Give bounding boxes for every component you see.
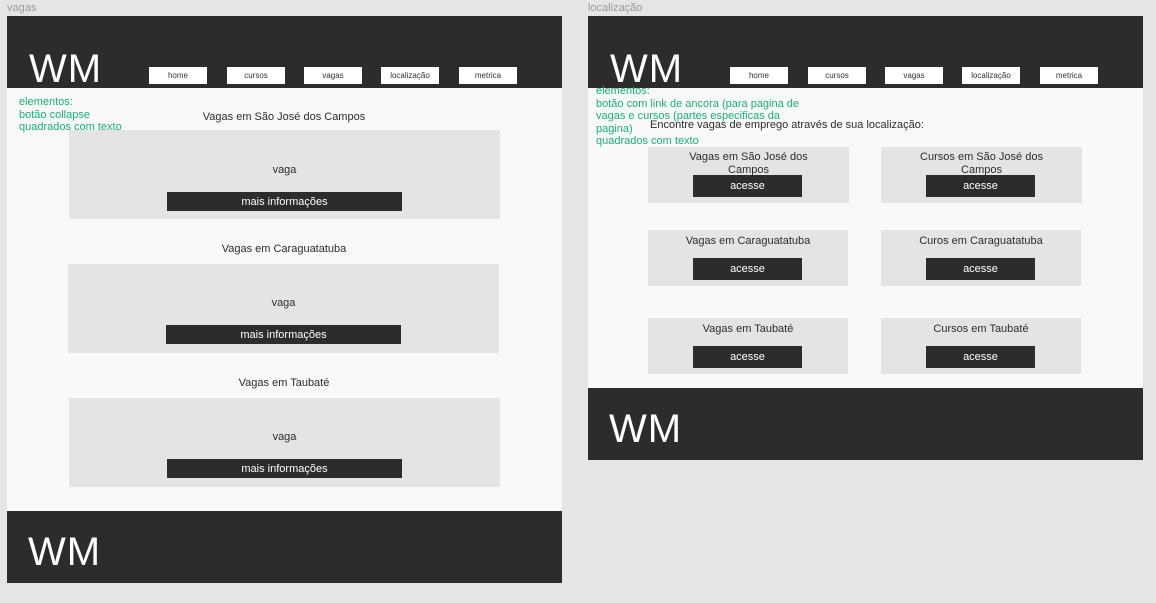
frame-label-vagas: vagas bbox=[7, 2, 37, 14]
localizacao-frame: WM home cursos vagas localização metrica… bbox=[588, 16, 1143, 460]
vagas-frame: WM home cursos vagas localização metrica… bbox=[7, 16, 562, 583]
nav-home-button[interactable]: home bbox=[730, 67, 788, 84]
nav-cursos-button[interactable]: cursos bbox=[227, 67, 285, 84]
acesse-button[interactable]: acesse bbox=[693, 258, 802, 280]
location-card-title: Vagas em Caraguatatuba bbox=[685, 235, 811, 247]
frame-label-localizacao: localização bbox=[588, 2, 643, 14]
job-card: vaga mais informações bbox=[69, 398, 500, 487]
section-title: Vagas em Taubaté bbox=[238, 377, 330, 389]
job-card-text: vaga bbox=[272, 431, 297, 443]
acesse-button[interactable]: acesse bbox=[926, 175, 1035, 197]
logo: WM bbox=[29, 47, 103, 91]
nav-cursos-button[interactable]: cursos bbox=[808, 67, 866, 84]
section-title: Vagas em Caraguatatuba bbox=[221, 243, 347, 255]
footer: WM bbox=[588, 388, 1143, 460]
location-card: Curos em Caraguatatuba acesse bbox=[881, 230, 1081, 286]
nav-localizacao-button[interactable]: localização bbox=[381, 67, 439, 84]
location-card-title: Cursos em Taubaté bbox=[933, 323, 1029, 335]
job-card: vaga mais informações bbox=[69, 130, 500, 219]
location-card: Vagas em Taubaté acesse bbox=[648, 318, 848, 374]
header: WM home cursos vagas localização metrica bbox=[588, 16, 1143, 91]
more-info-button[interactable]: mais informações bbox=[167, 459, 402, 478]
intro-text: Encontre vagas de emprego através de sua… bbox=[650, 119, 924, 131]
footer-logo: WM bbox=[28, 530, 102, 574]
nav-metrica-button[interactable]: metrica bbox=[1040, 67, 1098, 84]
more-info-button[interactable]: mais informações bbox=[167, 192, 402, 211]
location-card-title: Vagas em Taubaté bbox=[702, 323, 794, 335]
annotation-note: elementos: botão com link de ancora (par… bbox=[596, 85, 799, 148]
job-card: vaga mais informações bbox=[68, 264, 499, 353]
footer: WM bbox=[7, 511, 562, 583]
nav-vagas-button[interactable]: vagas bbox=[885, 67, 943, 84]
job-card-text: vaga bbox=[272, 164, 297, 176]
location-card-title: Cursos em São José dos Campos bbox=[920, 151, 1043, 176]
acesse-button[interactable]: acesse bbox=[926, 346, 1035, 368]
acesse-button[interactable]: acesse bbox=[926, 258, 1035, 280]
nav-vagas-button[interactable]: vagas bbox=[304, 67, 362, 84]
section-title: Vagas em São José dos Campos bbox=[202, 111, 366, 123]
location-card: Cursos em São José dos Campos acesse bbox=[881, 147, 1082, 203]
nav-metrica-button[interactable]: metrica bbox=[459, 67, 517, 84]
header: WM home cursos vagas localização metrica bbox=[7, 16, 562, 91]
location-card-title: Vagas em São José dos Campos bbox=[689, 151, 808, 176]
acesse-button[interactable]: acesse bbox=[693, 175, 802, 197]
annotation-line: quadrados com texto bbox=[596, 135, 699, 147]
more-info-button[interactable]: mais informações bbox=[166, 325, 401, 344]
location-card: Cursos em Taubaté acesse bbox=[881, 318, 1081, 374]
annotation-line: botão com link de ancora (para pagina de bbox=[596, 97, 800, 110]
location-card: Vagas em Caraguatatuba acesse bbox=[648, 230, 848, 286]
location-card: Vagas em São José dos Campos acesse bbox=[648, 147, 849, 203]
annotation-line: elementos: bbox=[19, 96, 73, 108]
logo: WM bbox=[610, 47, 684, 91]
acesse-button[interactable]: acesse bbox=[693, 346, 802, 368]
location-card-title: Curos em Caraguatatuba bbox=[919, 235, 1043, 247]
annotation-line: elementos: bbox=[596, 85, 650, 97]
job-card-text: vaga bbox=[271, 297, 296, 309]
nav-home-button[interactable]: home bbox=[149, 67, 207, 84]
nav-localizacao-button[interactable]: localização bbox=[962, 67, 1020, 84]
footer-logo: WM bbox=[609, 407, 683, 451]
